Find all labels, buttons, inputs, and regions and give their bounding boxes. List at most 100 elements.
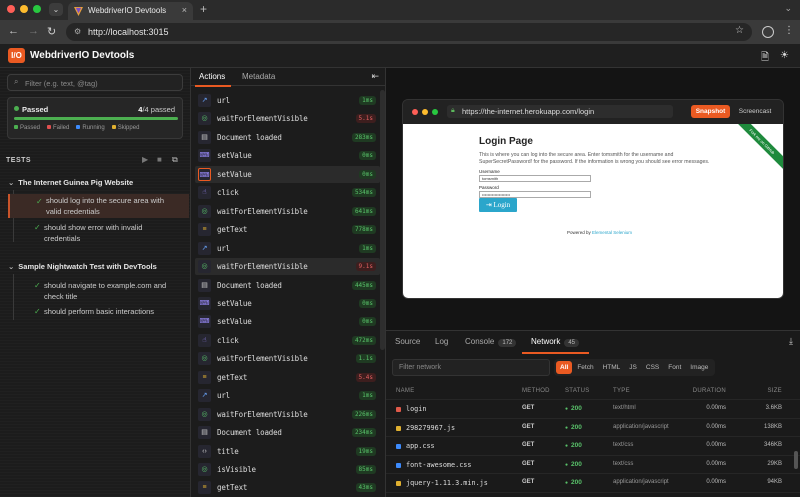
response-status: 200 <box>565 424 582 431</box>
action-row[interactable]: ⌨ setValue 0ms <box>195 295 380 312</box>
action-row[interactable]: ↗ url 1ms <box>195 92 380 109</box>
filter-chip-all[interactable]: All <box>556 361 573 374</box>
col-status[interactable]: STATUS <box>565 388 590 394</box>
request-method: GET <box>522 460 535 467</box>
snapshot-button[interactable]: Snapshot <box>691 105 730 118</box>
network-row[interactable]: 298279967.js GET 200 application/javascript… <box>386 417 800 436</box>
network-row[interactable]: jquery-1.11.3.min.js GET 200 application/ja… <box>386 473 800 491</box>
action-row[interactable]: ≡ getText 43ms <box>195 479 380 496</box>
action-row[interactable]: ◎ waitForElementVisible 1.1s <box>195 350 380 367</box>
network-filter-input[interactable]: Filter network <box>392 359 550 376</box>
action-row[interactable]: ▤ Document loaded 283ms <box>195 129 380 146</box>
address-bar-url[interactable]: http://localhost:3015 <box>88 27 169 37</box>
col-name[interactable]: NAME <box>396 388 415 394</box>
site-info-icon[interactable]: ⚙ <box>74 27 84 37</box>
frame-yellow-dot <box>422 109 428 115</box>
action-row[interactable]: ‹› title 19ms <box>195 443 380 460</box>
resource-name: login <box>406 405 427 413</box>
actions-tabs: Actions Metadata ⇤ <box>191 68 386 87</box>
screencast-button[interactable]: Screencast <box>733 105 777 118</box>
action-row[interactable]: ▤ Document loaded 445ms <box>195 277 380 294</box>
test-item[interactable]: ✓ should show error with invalid credent… <box>8 222 189 246</box>
test-item[interactable]: ✓ should perform basic interactions <box>8 306 189 318</box>
network-row[interactable]: jquery-ui.jsGET200application/javascript… <box>386 491 800 497</box>
filter-chip-html[interactable]: HTML <box>599 361 625 374</box>
login-page-description: This is where you can log into the secur… <box>479 152 710 165</box>
test-item-active[interactable]: ✓ should log into the secure area with v… <box>8 194 189 218</box>
run-icon[interactable]: ▶ <box>142 155 148 164</box>
reload-icon[interactable]: ↻ <box>47 25 56 38</box>
action-label: getText <box>217 372 248 382</box>
bookmark-star-icon[interactable]: ☆ <box>735 25 744 36</box>
action-row[interactable]: ≡ getText 778ms <box>195 221 380 238</box>
new-tab-icon[interactable]: + <box>200 2 207 16</box>
action-row[interactable]: ◎ waitForElementVisible 226ms <box>195 406 380 423</box>
test-item[interactable]: ✓ should navigate to example.com and che… <box>8 280 189 304</box>
filter-chip-fetch[interactable]: Fetch <box>573 361 597 374</box>
text-icon: ≡ <box>198 223 211 237</box>
col-duration[interactable]: DURATION <box>693 388 726 394</box>
action-row[interactable]: ▤ Document loaded 234ms <box>195 424 380 441</box>
collapse-all-icon[interactable]: ⧉ <box>172 155 178 165</box>
stop-icon[interactable]: ■ <box>157 155 162 164</box>
network-row[interactable]: login GET 200 text/html 0.00ms 3.6KB <box>386 399 800 417</box>
browser-menu-icon[interactable]: ⋮ <box>784 25 794 36</box>
tab-list-icon[interactable]: ⌄ <box>784 3 792 14</box>
legend-label: Passed <box>20 125 41 131</box>
action-row[interactable]: ↗ url 1ms <box>195 387 380 404</box>
action-row[interactable]: ☝ click 534ms <box>195 184 380 201</box>
col-size[interactable]: SIZE <box>767 388 782 394</box>
check-circle-icon: ◎ <box>198 112 211 126</box>
back-icon[interactable]: ← <box>8 25 19 37</box>
action-row[interactable]: ☝ click 472ms <box>195 332 380 349</box>
suite-title[interactable]: ⌄ Sample Nightwatch Test with DevTools <box>8 262 157 271</box>
action-row[interactable]: ◎ isVisible 85ms <box>195 461 380 478</box>
tab-search-icon[interactable]: ⌄ <box>49 3 63 16</box>
action-row[interactable]: ◎ waitForElementVisible 9.1s <box>195 258 380 276</box>
test-name-line: should perform basic interactions <box>44 307 155 316</box>
network-row[interactable]: app.css GET 200 text/css 0.00ms 346KB <box>386 436 800 454</box>
tab-metadata[interactable]: Metadata <box>242 72 275 81</box>
browser-tab[interactable]: WebdriverIO Devtools × <box>68 2 193 20</box>
action-row[interactable]: ◎ waitForElementVisible 5.1s <box>195 110 380 127</box>
file-icon[interactable]: 🗎 <box>761 50 769 67</box>
suite-title[interactable]: ⌄ The Internet Guinea Pig Website <box>8 178 133 187</box>
app-title: WebdriverIO Devtools <box>30 50 135 61</box>
tab-actions[interactable]: Actions <box>199 72 225 81</box>
filter-chip-font[interactable]: Font <box>664 361 685 374</box>
col-type[interactable]: TYPE <box>613 388 630 394</box>
action-duration-badge: 85ms <box>355 465 376 474</box>
actions-panel: Actions Metadata ⇤ ↗ url 1ms ◎ waitForElemen… <box>191 68 386 497</box>
profile-icon[interactable] <box>762 26 774 38</box>
tab-source[interactable]: Source <box>395 337 420 346</box>
filter-chip-image[interactable]: Image <box>686 361 712 374</box>
tab-network[interactable]: Network 45 <box>531 337 580 347</box>
action-row[interactable]: ⌨ setValue 0ms <box>195 147 380 164</box>
tab-log[interactable]: Log <box>435 337 448 346</box>
filter-chip-js[interactable]: JS <box>625 361 641 374</box>
actions-scrollbar[interactable] <box>380 90 385 350</box>
close-tab-icon[interactable]: × <box>182 5 187 15</box>
tab-console[interactable]: Console 172 <box>465 337 517 347</box>
forward-icon[interactable]: → <box>28 25 39 37</box>
close-window-button[interactable] <box>7 5 15 13</box>
test-filter-input[interactable]: ⌕ Filter (e.g. text, @tag) <box>7 74 183 91</box>
theme-toggle-icon[interactable]: ☀ <box>780 50 789 61</box>
resource-type-icon <box>396 425 401 431</box>
collapse-panel-icon[interactable]: ⇤ <box>371 71 379 82</box>
address-bar[interactable]: ⚙ http://localhost:3015 ☆ <box>66 23 752 41</box>
network-scrollbar[interactable] <box>794 451 798 469</box>
action-label: waitForElementVisible <box>217 262 308 272</box>
action-row[interactable]: ↗ url 1ms <box>195 240 380 257</box>
action-row[interactable]: ⌨ setValue 0ms <box>195 165 380 183</box>
col-method[interactable]: METHOD <box>522 388 550 394</box>
maximize-window-button[interactable] <box>33 5 41 13</box>
download-icon[interactable]: ⤓ <box>789 336 793 347</box>
network-row[interactable]: font-awesome.css GET 200 text/css 0.00ms 29KB <box>386 454 800 473</box>
action-row[interactable]: ⌨ setValue 0ms <box>195 313 380 330</box>
minimize-window-button[interactable] <box>20 5 28 13</box>
action-row[interactable]: ≡ getText 5.4s <box>195 369 380 386</box>
action-row[interactable]: ◎ waitForElementVisible 641ms <box>195 203 380 220</box>
document-icon: ▤ <box>198 130 211 144</box>
filter-chip-css[interactable]: CSS <box>642 361 663 374</box>
